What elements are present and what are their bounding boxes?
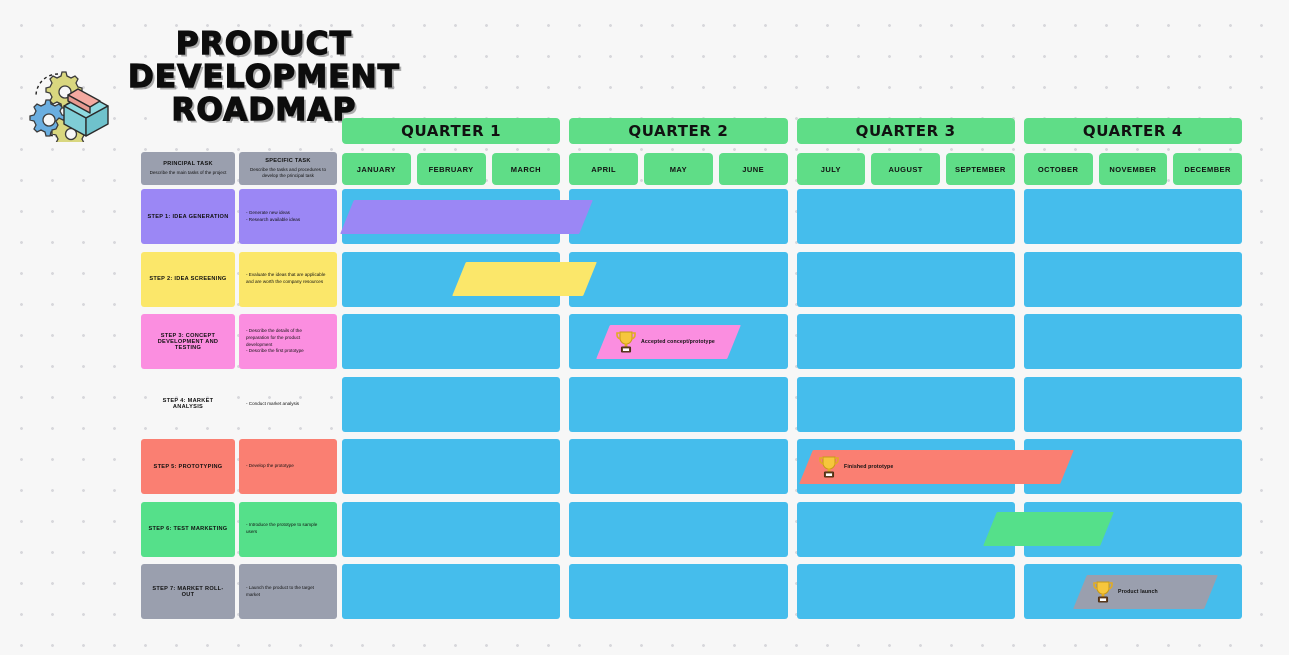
month-header-april: APRIL [569, 153, 638, 185]
milestone-label: Accepted concept/prototype [641, 338, 715, 345]
column-header-title: SPECIFIC TASK [265, 158, 311, 165]
specific-line: - Develop the prototype [246, 463, 294, 469]
task-cell-step-3[interactable]: STEP 3: CONCEPT DEVELOPMENT AND TESTING [141, 314, 235, 369]
quarter-header-1: QUARTER 1 [342, 118, 561, 144]
title-line-1: PRODUCT [175, 26, 353, 62]
timeline-track-q4-step-2 [1023, 251, 1242, 307]
specific-cell-step-4[interactable]: - Conduct market analysis [239, 377, 337, 432]
trophy-icon [818, 456, 839, 477]
timeline-track-q3-step-1 [796, 189, 1015, 244]
milestone-label: Product launch [1118, 588, 1158, 595]
month-header-july: JULY [796, 153, 866, 185]
specific-line: - Launch the product to the target [246, 584, 314, 590]
gantt-bar-step-2[interactable] [452, 262, 597, 296]
quarter-header-3: QUARTER 3 [796, 118, 1015, 144]
column-header-principal: PRINCIPAL TASK Describe the main tasks of… [141, 152, 235, 185]
specific-line: - Evaluate the ideas that are applicable [246, 272, 326, 278]
timeline-track-q4-step-1 [1023, 189, 1242, 244]
specific-line: preparation for the product [246, 334, 301, 340]
timeline-track-q1-step-5 [342, 439, 561, 494]
timeline-track-q1-step-7 [342, 564, 561, 619]
column-header-title: PRINCIPAL TASK [163, 161, 213, 168]
specific-line: development [246, 341, 273, 347]
timeline-track-q4-step-3 [1023, 314, 1242, 369]
task-cell-step-2[interactable]: STEP 2: IDEA SCREENING [141, 251, 235, 307]
month-header-october: OCTOBER [1023, 153, 1093, 185]
specific-line: users [246, 529, 258, 534]
timeline-track-q3-step-2 [796, 251, 1015, 307]
month-header-december: DECEMBER [1173, 153, 1242, 185]
task-cell-step-7[interactable]: STEP 7: MARKET ROLL-OUT [141, 564, 235, 619]
timeline-track-q3-step-7 [796, 564, 1015, 619]
timeline-track-q2-step-7 [569, 564, 788, 619]
month-header-march: MARCH [491, 153, 561, 185]
gantt-bar-step-4[interactable] [673, 387, 840, 421]
month-header-june: JUNE [718, 153, 788, 185]
gantt-bar-step-7[interactable]: Product launch [1073, 574, 1218, 609]
timeline-track-q4-step-4 [1023, 376, 1242, 432]
gears-and-box-icon [29, 71, 109, 142]
task-cell-step-1[interactable]: STEP 1: IDEA GENERATION [141, 189, 235, 244]
specific-cell-step-2[interactable]: - Evaluate the ideas that are applicable… [239, 251, 337, 307]
trophy-icon [616, 331, 636, 352]
specific-line: - Research available ideas [246, 216, 301, 222]
quarter-header-4: QUARTER 4 [1023, 118, 1242, 144]
month-header-january: JANUARY [342, 153, 411, 185]
month-header-may: MAY [644, 153, 713, 185]
gantt-bar-step-3[interactable]: Accepted concept/prototype [596, 324, 741, 359]
quarter-header-2: QUARTER 2 [569, 118, 788, 144]
task-cell-step-6[interactable]: STEP 6: TEST MARKETING [141, 501, 235, 557]
specific-line: - Describe the details of the [246, 328, 302, 334]
specific-cell-step-7[interactable]: - Launch the product to the target market [239, 564, 337, 619]
column-header-subtitle: Describe the tasks and procedures to dev… [249, 166, 327, 178]
timeline-track-q1-step-4 [342, 376, 561, 432]
gantt-bar-step-1[interactable] [339, 199, 592, 234]
month-header-november: NOVEMBER [1098, 153, 1168, 185]
task-cell-step-5[interactable]: STEP 5: PROTOTYPING [141, 439, 235, 494]
timeline-track-q3-step-6 [796, 501, 1015, 557]
timeline-track-q3-step-3 [796, 314, 1015, 369]
specific-line: - Describe the first prototype [246, 348, 304, 354]
roadmap-board: PRODUCT DEVELOPMENT ROADMAP PRINCIPAL TA… [0, 0, 1289, 655]
gantt-bar-step-6[interactable] [983, 512, 1114, 546]
timeline-track-q2-step-6 [569, 501, 788, 557]
timeline-track-q1-step-6 [342, 501, 561, 557]
page-title: PRODUCT DEVELOPMENT ROADMAP [127, 26, 401, 127]
title-line-2: DEVELOPMENT [127, 59, 401, 95]
specific-cell-step-6[interactable]: - Introduce the prototype to sample users [239, 501, 337, 557]
specific-line: and are worth the company resources [246, 279, 324, 284]
timeline-track-q2-step-1 [569, 189, 788, 244]
title-block: PRODUCT DEVELOPMENT ROADMAP [18, 26, 401, 146]
specific-line: - Conduct market analysis [246, 400, 300, 406]
month-header-august: AUGUST [871, 153, 940, 185]
month-header-february: FEBRUARY [416, 153, 486, 185]
specific-line: - Generate new ideas [246, 209, 290, 215]
milestone-label: Finished prototype [843, 463, 893, 470]
column-header-specific: SPECIFIC TASK Describe the tasks and proc… [239, 152, 337, 185]
timeline-track-q2-step-2 [569, 251, 788, 307]
specific-cell-step-3[interactable]: - Describe the details of the preparation… [239, 314, 337, 369]
specific-cell-step-5[interactable]: - Develop the prototype [239, 439, 337, 494]
specific-line: market [246, 591, 261, 597]
column-header-subtitle: Describe the main tasks of the project [149, 169, 227, 175]
task-cell-step-4[interactable]: STEP 4: MARKET ANALYSIS [141, 377, 235, 432]
gantt-bar-content: Product launch [1080, 580, 1211, 604]
timeline-track-q2-step-5 [569, 439, 788, 494]
gantt-bar-content: Finished prototype [806, 455, 1067, 479]
trophy-icon [1093, 581, 1113, 602]
month-header-september: SEPTEMBER [946, 153, 1015, 185]
timeline-track-q1-step-3 [342, 314, 561, 369]
specific-cell-step-1[interactable]: - Generate new ideas - Research available… [239, 189, 337, 244]
specific-line: - Introduce the prototype to sample [246, 522, 318, 528]
gantt-bar-content: Accepted concept/prototype [603, 330, 734, 354]
gantt-bar-step-5[interactable]: Finished prototype [798, 449, 1074, 484]
